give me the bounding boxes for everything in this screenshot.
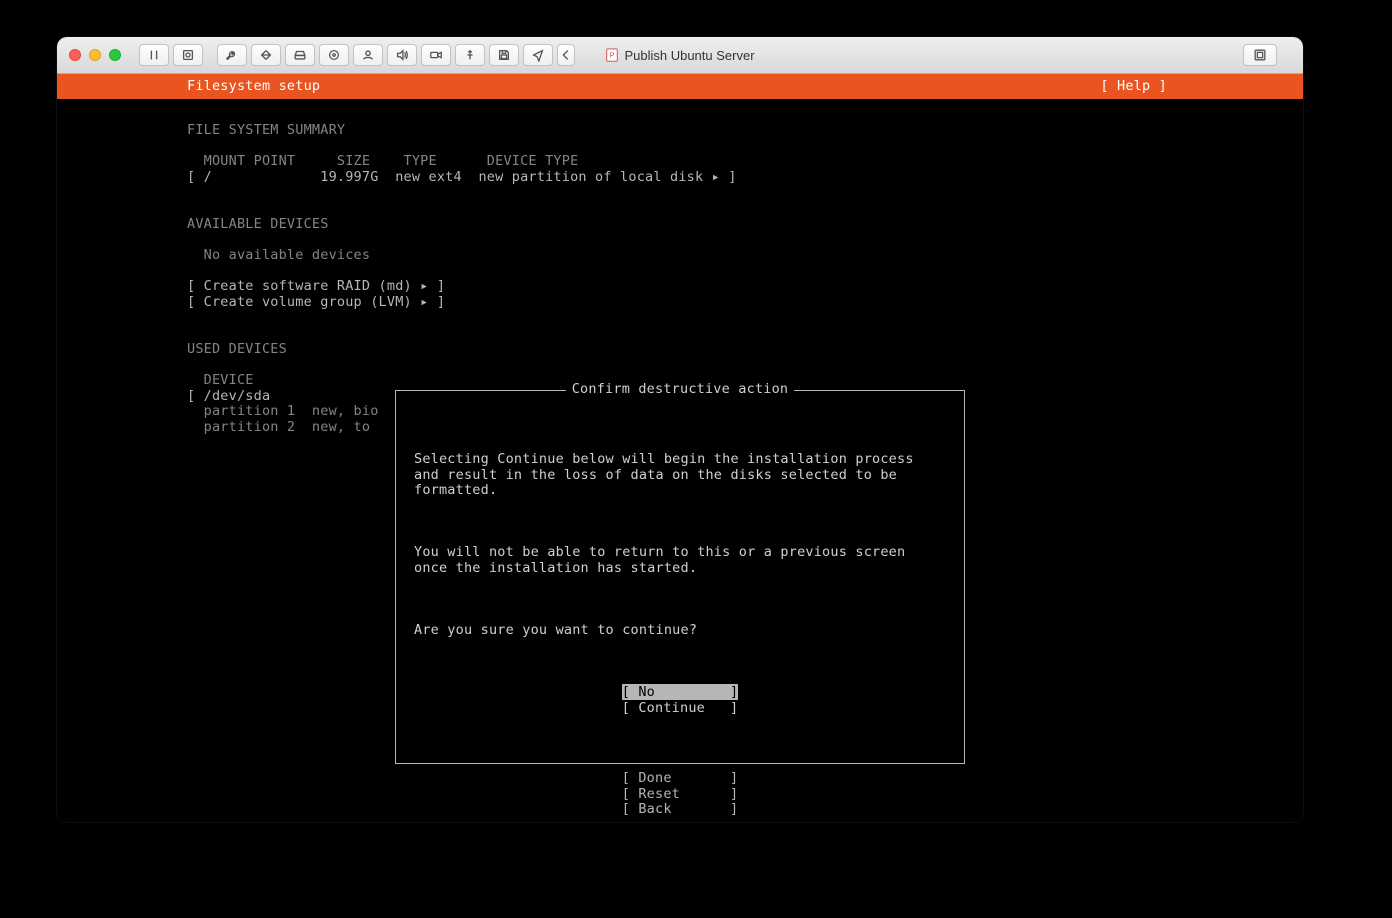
no-button[interactable]: [ No ] xyxy=(622,684,739,700)
svg-text:P: P xyxy=(610,53,615,60)
hdd-icon[interactable] xyxy=(285,44,315,66)
terminal: Filesystem setup [ Help ] FILE SYSTEM SU… xyxy=(57,74,1303,822)
dialog-text-1: Selecting Continue below will begin the … xyxy=(414,452,946,499)
dialog-text-3: Are you sure you want to continue? xyxy=(414,623,946,639)
create-raid-button[interactable]: [ Create software RAID (md) ▸ ] xyxy=(187,278,445,294)
app-icon: P xyxy=(605,48,619,62)
usb-icon[interactable] xyxy=(455,44,485,66)
reset-button[interactable]: [ Reset ] xyxy=(622,786,739,802)
dialog-text-2: You will not be able to return to this o… xyxy=(414,545,946,576)
pause-button[interactable] xyxy=(139,44,169,66)
titlebar: P Publish Ubuntu Server xyxy=(57,37,1303,74)
footer-buttons: [ Done ] [ Reset ] [ Back ] xyxy=(57,771,1303,818)
installer-header: Filesystem setup [ Help ] xyxy=(57,74,1303,99)
share-icon[interactable] xyxy=(523,44,553,66)
done-button[interactable]: [ Done ] xyxy=(622,770,739,786)
chevron-left-icon[interactable] xyxy=(557,44,575,66)
used-heading: USED DEVICES xyxy=(187,341,287,357)
create-lvm-button[interactable]: [ Create volume group (LVM) ▸ ] xyxy=(187,294,445,310)
fs-summary-columns: MOUNT POINT SIZE TYPE DEVICE TYPE xyxy=(187,153,578,169)
minimize-icon[interactable] xyxy=(89,49,101,61)
floppy-icon[interactable] xyxy=(489,44,519,66)
used-device-row[interactable]: [ /dev/sda xyxy=(187,388,270,404)
camera-icon[interactable] xyxy=(421,44,451,66)
zoom-icon[interactable] xyxy=(109,49,121,61)
user-icon[interactable] xyxy=(353,44,383,66)
continue-button[interactable]: [ Continue ] xyxy=(622,700,739,716)
vm-window: P Publish Ubuntu Server Filesystem setup… xyxy=(57,37,1303,822)
close-icon[interactable] xyxy=(69,49,81,61)
available-heading: AVAILABLE DEVICES xyxy=(187,216,329,232)
fs-summary-heading: FILE SYSTEM SUMMARY xyxy=(187,122,345,138)
window-controls xyxy=(69,49,121,61)
available-none: No available devices xyxy=(187,247,370,263)
back-button[interactable]: [ Back ] xyxy=(622,801,739,817)
dialog-title: Confirm destructive action xyxy=(396,382,964,398)
resize-icon[interactable] xyxy=(251,44,281,66)
sound-icon[interactable] xyxy=(387,44,417,66)
used-partition-1: partition 1 new, bio xyxy=(187,403,379,419)
snapshot-button[interactable] xyxy=(173,44,203,66)
confirm-dialog: Confirm destructive action Selecting Con… xyxy=(395,390,965,764)
screen-title: Filesystem setup xyxy=(187,79,320,95)
help-button[interactable]: [ Help ] xyxy=(1100,79,1167,95)
wrench-icon[interactable] xyxy=(217,44,247,66)
used-partition-2: partition 2 new, to xyxy=(187,419,370,435)
fullscreen-icon[interactable] xyxy=(1243,44,1277,66)
fs-summary-row[interactable]: [ / 19.997G new ext4 new partition of lo… xyxy=(187,169,737,185)
used-columns: DEVICE xyxy=(187,372,254,388)
cd-icon[interactable] xyxy=(319,44,349,66)
